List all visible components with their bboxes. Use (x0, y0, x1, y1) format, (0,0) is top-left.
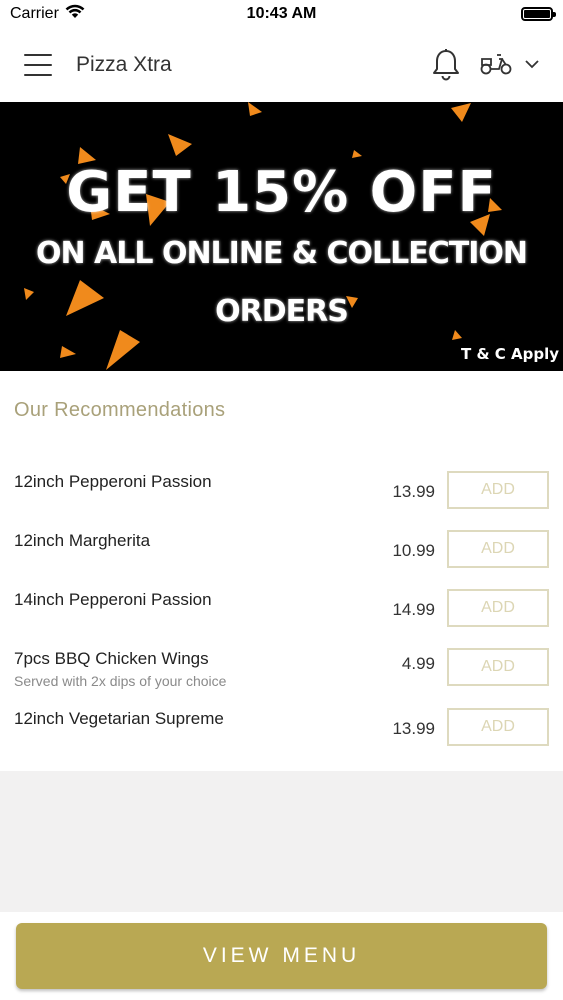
list-item: 12inch Vegetarian Supreme 13.99 ADD (0, 708, 563, 759)
recommendations-section: Our Recommendations 12inch Pepperoni Pas… (0, 371, 563, 771)
item-name: 7pcs BBQ Chicken Wings (14, 649, 209, 668)
item-price: 13.99 (392, 719, 435, 738)
list-item: 14inch Pepperoni Passion 14.99 ADD (0, 589, 563, 640)
promo-banner[interactable]: GET 15% OFF ON ALL ONLINE & COLLECTION O… (0, 102, 563, 371)
section-title: Our Recommendations (14, 399, 226, 421)
battery-icon (521, 7, 556, 21)
carrier-label: Carrier (10, 5, 59, 22)
status-bar: Carrier 10:43 AM (0, 0, 563, 28)
item-price: 13.99 (392, 482, 435, 501)
brand-title: Pizza Xtra (76, 53, 172, 76)
item-price: 10.99 (392, 541, 435, 560)
add-button[interactable]: ADD (447, 589, 549, 627)
add-button[interactable]: ADD (447, 708, 549, 746)
view-menu-button[interactable]: VIEW MENU (16, 923, 547, 989)
bell-icon[interactable] (431, 48, 461, 82)
item-name: 12inch Pepperoni Passion (14, 472, 212, 491)
delivery-mode-selector[interactable] (479, 50, 539, 81)
bottom-bar: VIEW MENU (0, 912, 563, 1000)
item-name: 12inch Vegetarian Supreme (14, 709, 224, 728)
item-name: 14inch Pepperoni Passion (14, 590, 212, 609)
item-price: 14.99 (392, 600, 435, 619)
list-item: 12inch Margherita 10.99 ADD (0, 530, 563, 581)
list-item: 12inch Pepperoni Passion 13.99 ADD (0, 471, 563, 522)
banner-subline-2: ORDERS (215, 294, 349, 329)
item-price: 4.99 (401, 654, 435, 673)
banner-subline: ON ALL ONLINE & COLLECTION (36, 236, 528, 271)
status-left: Carrier (10, 4, 85, 24)
add-button[interactable]: ADD (447, 648, 549, 686)
scooter-icon (479, 50, 513, 81)
chevron-down-icon (525, 56, 539, 74)
add-button[interactable]: ADD (447, 471, 549, 509)
header-actions (431, 48, 539, 82)
app-header: Pizza Xtra (0, 28, 563, 102)
banner-headline: GET 15% OFF (66, 160, 497, 225)
add-button[interactable]: ADD (447, 530, 549, 568)
item-name: 12inch Margherita (14, 531, 151, 550)
item-description: Served with 2x dips of your choice (14, 673, 227, 689)
terms-label: T & C Apply (461, 345, 559, 363)
menu-icon[interactable] (24, 54, 52, 76)
list-item: 7pcs BBQ Chicken Wings Served with 2x di… (0, 648, 563, 699)
wifi-icon (65, 4, 85, 24)
